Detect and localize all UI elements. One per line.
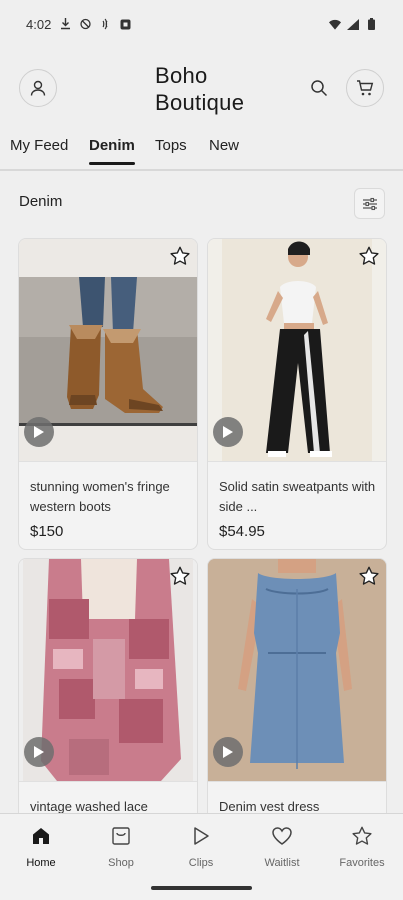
star-icon [169,245,191,267]
product-price: $150 [30,523,64,540]
play-icon [33,425,45,439]
cart-button[interactable] [346,69,384,107]
star-icon [169,565,191,587]
signal-icon [347,18,359,30]
card-divider [19,781,197,782]
nav-label: Home [26,857,56,869]
category-tabs: My Feed Denim Tops New [0,133,403,171]
download-icon [59,18,71,30]
brand-logo[interactable]: Boho Boutique [155,62,275,116]
play-icon [222,425,234,439]
product-card[interactable]: stunning women's fringe western boots $1… [18,238,198,550]
product-image[interactable] [208,239,386,461]
product-image[interactable] [208,559,386,781]
nav-favorites[interactable]: Favorites [326,824,398,874]
sliders-icon [362,197,378,211]
app-notification-icon [119,18,131,30]
star-icon [358,245,380,267]
play-video-button[interactable] [24,417,54,447]
tab-tops[interactable]: Tops [155,137,187,171]
nav-label: Clips [188,857,214,869]
play-icon [33,745,45,759]
nav-home[interactable]: Home [5,824,77,874]
tab-my-feed[interactable]: My Feed [10,137,68,171]
play-video-button[interactable] [213,737,243,767]
user-icon [29,79,47,97]
nfc-icon [99,18,111,30]
app-header: Boho Boutique [0,58,403,122]
nav-label: Favorites [339,857,385,869]
product-image[interactable] [19,239,197,461]
play-video-button[interactable] [24,737,54,767]
section-title: Denim [19,193,63,210]
brand-line-1: Boho [155,63,208,88]
tab-denim[interactable]: Denim [89,137,135,171]
nav-label: Waitlist [264,857,300,869]
card-divider [19,461,197,462]
favorite-button[interactable] [169,565,191,587]
star-icon [326,824,398,848]
brand-line-2: Boutique [155,90,245,115]
product-title[interactable]: stunning women's fringe western boots [30,477,190,517]
heart-icon [246,824,318,848]
search-button[interactable] [307,76,331,100]
home-gesture-bar[interactable] [151,886,252,890]
play-video-button[interactable] [213,417,243,447]
card-divider [208,781,386,782]
product-card[interactable]: vintage washed lace [18,558,198,828]
battery-icon [365,18,377,30]
card-divider [208,461,386,462]
product-card[interactable]: Denim vest dress [207,558,387,828]
home-icon [5,824,77,848]
search-icon [310,79,328,97]
favorite-button[interactable] [358,245,380,267]
product-price: $54.95 [219,523,265,540]
profile-button[interactable] [19,69,57,107]
nav-clips[interactable]: Clips [165,824,237,874]
status-time: 4:02 [26,16,52,32]
nav-shop[interactable]: Shop [85,824,157,874]
tab-new[interactable]: New [209,137,239,171]
status-bar: 4:02 [0,0,403,48]
favorite-button[interactable] [358,565,380,587]
wifi-icon [329,18,341,30]
star-icon [358,565,380,587]
cart-icon [356,79,374,97]
shop-icon [85,824,157,848]
product-title[interactable]: Solid satin sweatpants with side ... [219,477,379,517]
shield-icon [79,18,91,30]
product-card[interactable]: Solid satin sweatpants with side ... $54… [207,238,387,550]
nav-waitlist[interactable]: Waitlist [246,824,318,874]
favorite-button[interactable] [169,245,191,267]
play-icon [222,745,234,759]
play-icon [165,824,237,848]
nav-label: Shop [108,857,134,869]
product-image[interactable] [19,559,197,781]
filter-button[interactable] [354,188,385,219]
active-tab-indicator [89,162,135,165]
